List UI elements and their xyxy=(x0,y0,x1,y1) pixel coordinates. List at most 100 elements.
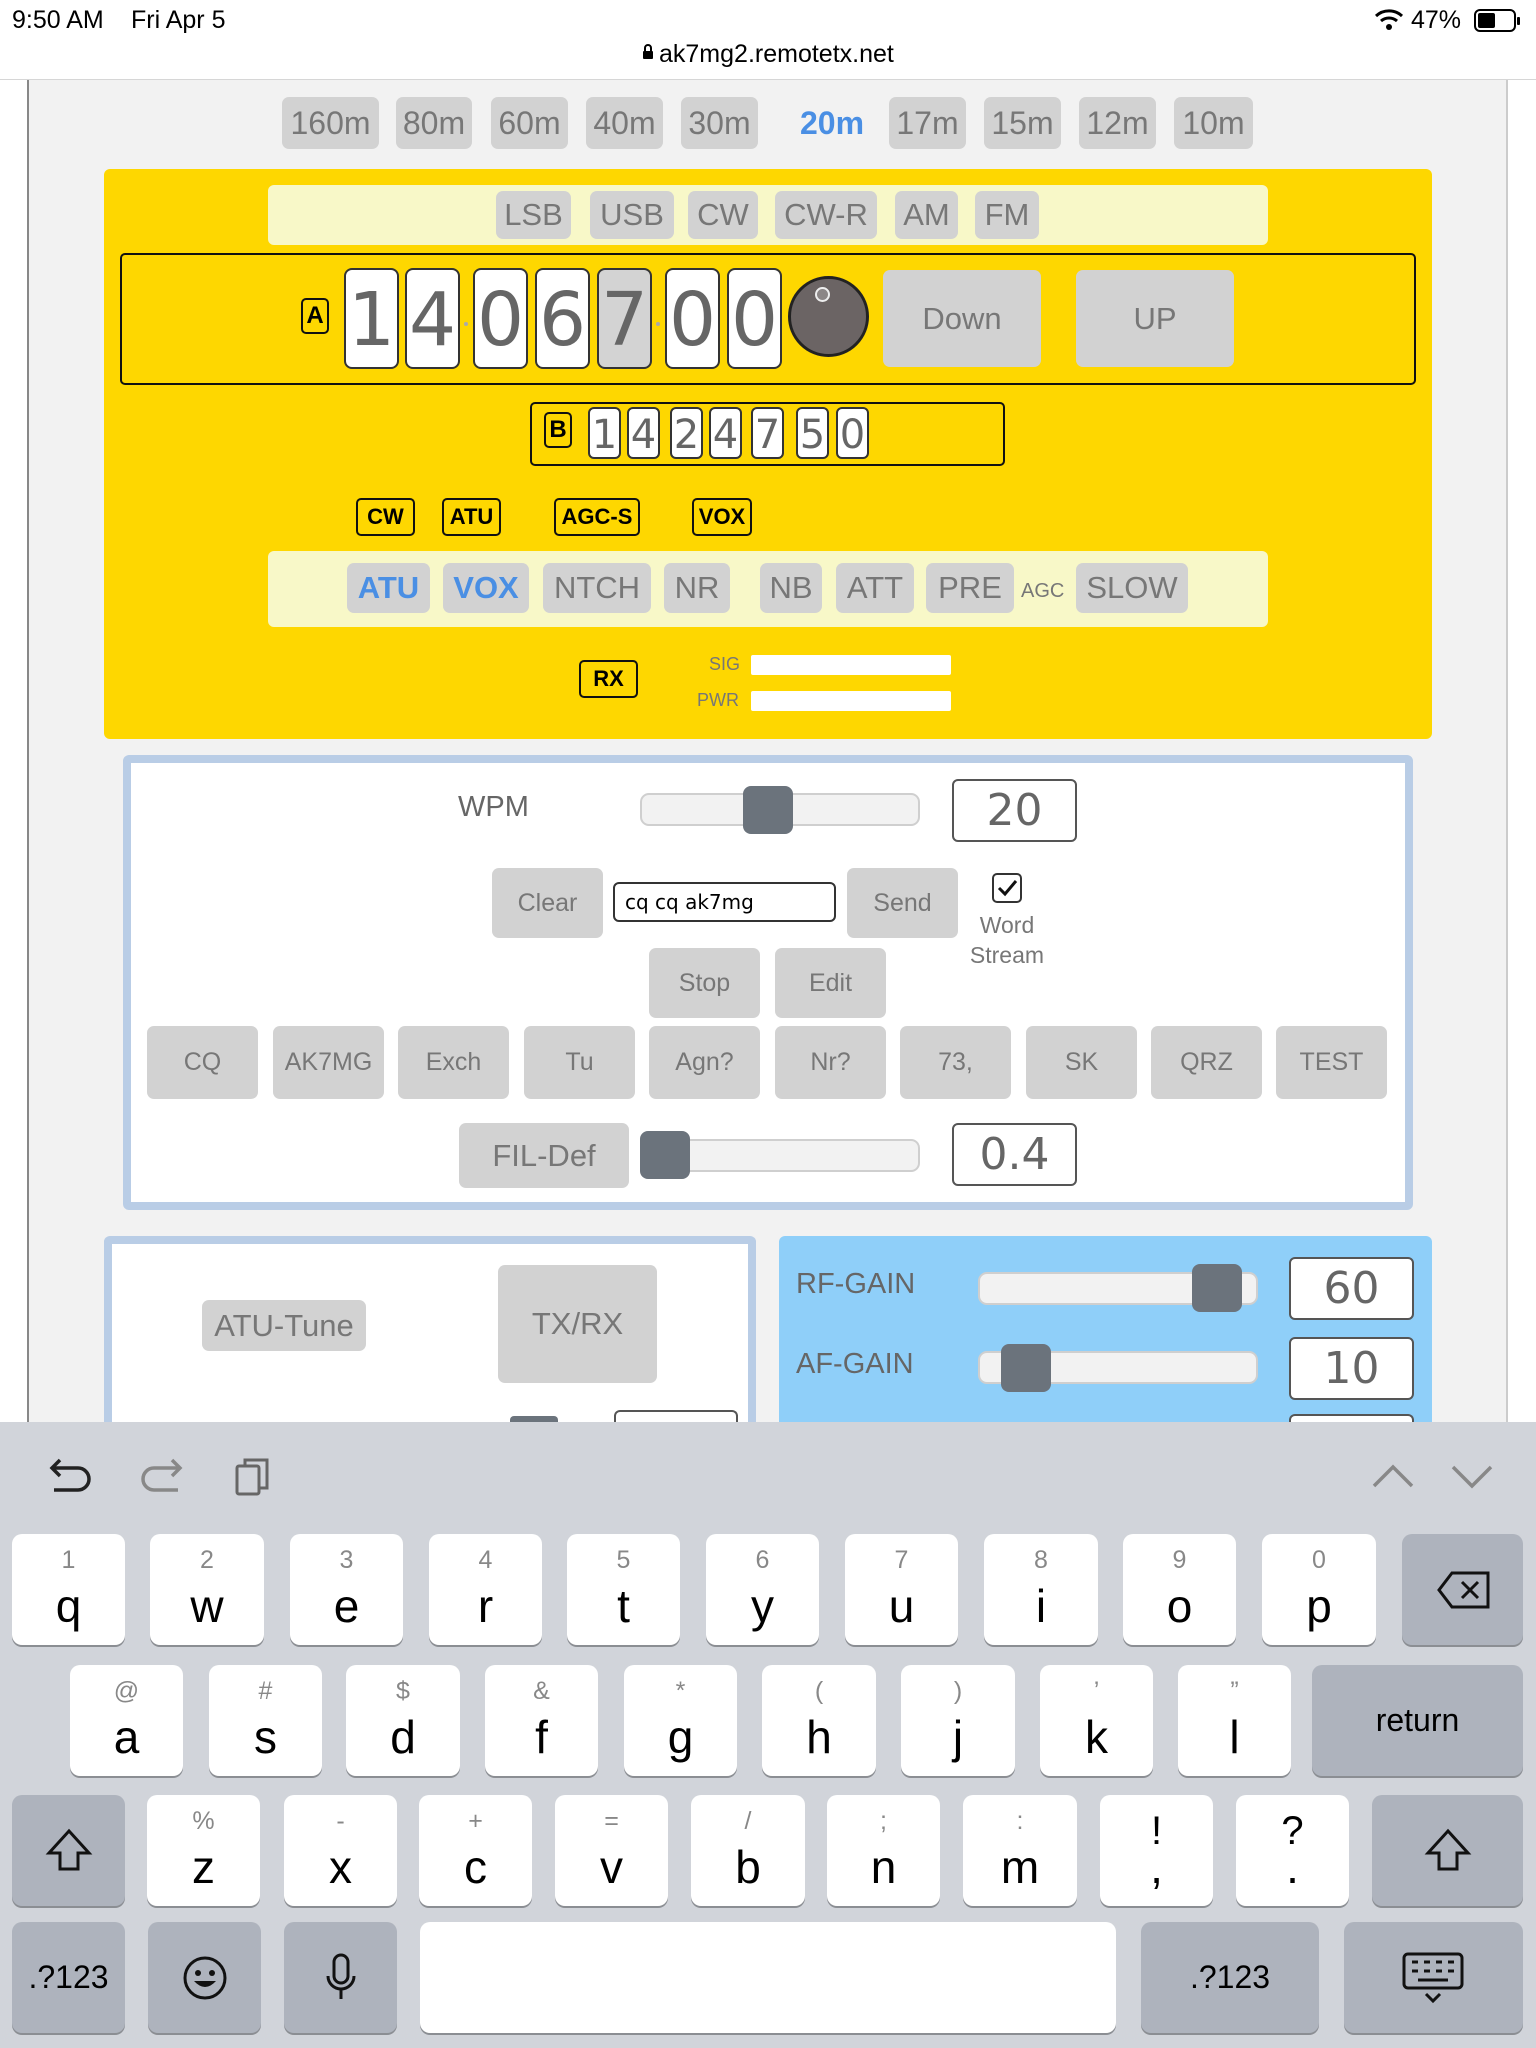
key-comma[interactable]: !, xyxy=(1100,1795,1213,1906)
shift-key-left[interactable] xyxy=(12,1795,125,1906)
vfo-b-digit[interactable]: 4 xyxy=(627,407,660,459)
macro-nr-button[interactable]: Nr? xyxy=(775,1026,886,1099)
key-l[interactable]: ” l xyxy=(1178,1665,1291,1776)
vfo-a-digit[interactable]: 0 xyxy=(665,268,720,369)
filter-slider-thumb[interactable] xyxy=(640,1131,690,1179)
band-30m-button[interactable]: 30m xyxy=(681,97,758,149)
vfo-b-digit[interactable]: 7 xyxy=(751,407,784,459)
chevron-down-icon[interactable] xyxy=(1450,1462,1494,1495)
send-button[interactable]: Send xyxy=(847,868,958,938)
key-v[interactable]: = v xyxy=(555,1795,668,1906)
mode-cw-button[interactable]: CW xyxy=(688,191,758,239)
vox-toggle[interactable]: VOX xyxy=(443,563,529,613)
rf-gain-slider-thumb[interactable] xyxy=(1191,1264,1242,1312)
clear-button[interactable]: Clear xyxy=(492,868,603,938)
key-i[interactable]: 8i xyxy=(984,1534,1098,1645)
numbers-key-right[interactable]: .?123 xyxy=(1141,1922,1319,2033)
key-j[interactable]: ) j xyxy=(901,1665,1015,1776)
key-q[interactable]: 1q xyxy=(12,1534,125,1645)
af-gain-slider-thumb[interactable] xyxy=(1001,1344,1051,1392)
pre-toggle[interactable]: PRE xyxy=(926,563,1014,613)
band-60m-button[interactable]: 60m xyxy=(491,97,568,149)
fil-def-button[interactable]: FIL-Def xyxy=(459,1123,629,1188)
band-40m-button[interactable]: 40m xyxy=(586,97,663,149)
word-stream-checkbox[interactable] xyxy=(992,873,1022,903)
macro-qrz-button[interactable]: QRZ xyxy=(1151,1026,1262,1099)
key-k[interactable]: ’ k xyxy=(1040,1665,1153,1776)
band-20m-button[interactable]: 20m xyxy=(791,97,873,149)
key-p[interactable]: 0p xyxy=(1262,1534,1376,1645)
macro-cq-button[interactable]: CQ xyxy=(147,1026,258,1099)
agc-speed-button[interactable]: SLOW xyxy=(1076,563,1188,613)
mode-lsb-button[interactable]: LSB xyxy=(496,191,571,239)
key-s[interactable]: # s xyxy=(209,1665,322,1776)
nr-toggle[interactable]: NR xyxy=(664,563,730,613)
nb-toggle[interactable]: NB xyxy=(760,563,822,613)
macro-sk-button[interactable]: SK xyxy=(1026,1026,1137,1099)
txrx-button[interactable]: TX/RX xyxy=(498,1265,657,1383)
key-y[interactable]: 6y xyxy=(706,1534,819,1645)
band-160m-button[interactable]: 160m xyxy=(282,97,379,149)
band-17m-button[interactable]: 17m xyxy=(889,97,966,149)
key-e[interactable]: 3e xyxy=(290,1534,403,1645)
up-button[interactable]: UP xyxy=(1076,270,1234,367)
key-t[interactable]: 5t xyxy=(567,1534,680,1645)
mode-usb-button[interactable]: USB xyxy=(590,191,674,239)
mode-fm-button[interactable]: FM xyxy=(975,191,1039,239)
mode-cw-r-button[interactable]: CW-R xyxy=(775,191,877,239)
vfo-b-digit[interactable]: 1 xyxy=(588,407,621,459)
vfo-b-digit[interactable]: 4 xyxy=(709,407,742,459)
band-15m-button[interactable]: 15m xyxy=(984,97,1061,149)
dictation-key[interactable] xyxy=(284,1922,397,2033)
cw-text-input[interactable]: cq cq ak7mg xyxy=(613,882,836,922)
tuning-knob[interactable] xyxy=(788,276,869,357)
down-button[interactable]: Down xyxy=(883,270,1041,367)
macro-test-button[interactable]: TEST xyxy=(1276,1026,1387,1099)
wpm-slider-thumb[interactable] xyxy=(742,786,793,834)
numbers-key-left[interactable]: .?123 xyxy=(12,1922,125,2033)
key-a[interactable]: @ a xyxy=(70,1665,183,1776)
vfo-b-digit[interactable]: 5 xyxy=(796,407,829,459)
vfo-b-digit[interactable]: 2 xyxy=(670,407,703,459)
macro-exch-button[interactable]: Exch xyxy=(398,1026,509,1099)
vfo-a-digit[interactable]: 4 xyxy=(405,268,460,369)
key-period[interactable]: ?. xyxy=(1236,1795,1349,1906)
key-g[interactable]: * g xyxy=(624,1665,737,1776)
band-80m-button[interactable]: 80m xyxy=(396,97,472,149)
undo-icon[interactable] xyxy=(46,1456,94,1503)
macro-agn-button[interactable]: Agn? xyxy=(649,1026,760,1099)
url-field[interactable]: ak7mg2.remotetx.net xyxy=(659,40,894,69)
key-r[interactable]: 4r xyxy=(429,1534,542,1645)
vfo-a-digit[interactable]: 0 xyxy=(473,268,528,369)
key-m[interactable]: :m xyxy=(963,1795,1077,1906)
redo-icon[interactable] xyxy=(138,1456,186,1503)
band-12m-button[interactable]: 12m xyxy=(1079,97,1156,149)
vfo-a-digit-selected[interactable]: 7 xyxy=(597,268,652,369)
dismiss-keyboard-key[interactable] xyxy=(1344,1922,1523,2033)
vfo-a-digit[interactable]: 6 xyxy=(535,268,590,369)
key-z[interactable]: % z xyxy=(147,1795,260,1906)
af-gain-value[interactable]: 10 xyxy=(1289,1337,1414,1400)
key-o[interactable]: 9o xyxy=(1123,1534,1236,1645)
space-key[interactable] xyxy=(420,1922,1116,2033)
return-key[interactable]: return xyxy=(1312,1665,1523,1776)
key-n[interactable]: ; n xyxy=(827,1795,940,1906)
key-d[interactable]: $ d xyxy=(346,1665,460,1776)
key-x[interactable]: -x xyxy=(284,1795,397,1906)
macro-73-button[interactable]: 73, xyxy=(900,1026,1011,1099)
atu-toggle[interactable]: ATU xyxy=(347,563,430,613)
key-h[interactable]: (h xyxy=(762,1665,876,1776)
vfo-a-digit[interactable]: 0 xyxy=(727,268,782,369)
rf-gain-value[interactable]: 60 xyxy=(1289,1257,1414,1320)
vfo-b-digit[interactable]: 0 xyxy=(836,407,869,459)
chevron-up-icon[interactable] xyxy=(1371,1462,1415,1495)
key-w[interactable]: 2w xyxy=(150,1534,264,1645)
atu-tune-button[interactable]: ATU-Tune xyxy=(202,1300,366,1351)
macro-ak7mg-button[interactable]: AK7MG xyxy=(273,1026,384,1099)
vfo-a-digit[interactable]: 1 xyxy=(344,268,399,369)
wpm-value[interactable]: 20 xyxy=(952,779,1077,842)
shift-key-right[interactable] xyxy=(1372,1795,1523,1906)
filter-value[interactable]: 0.4 xyxy=(952,1123,1077,1186)
key-c[interactable]: + c xyxy=(419,1795,532,1906)
mode-am-button[interactable]: AM xyxy=(895,191,958,239)
